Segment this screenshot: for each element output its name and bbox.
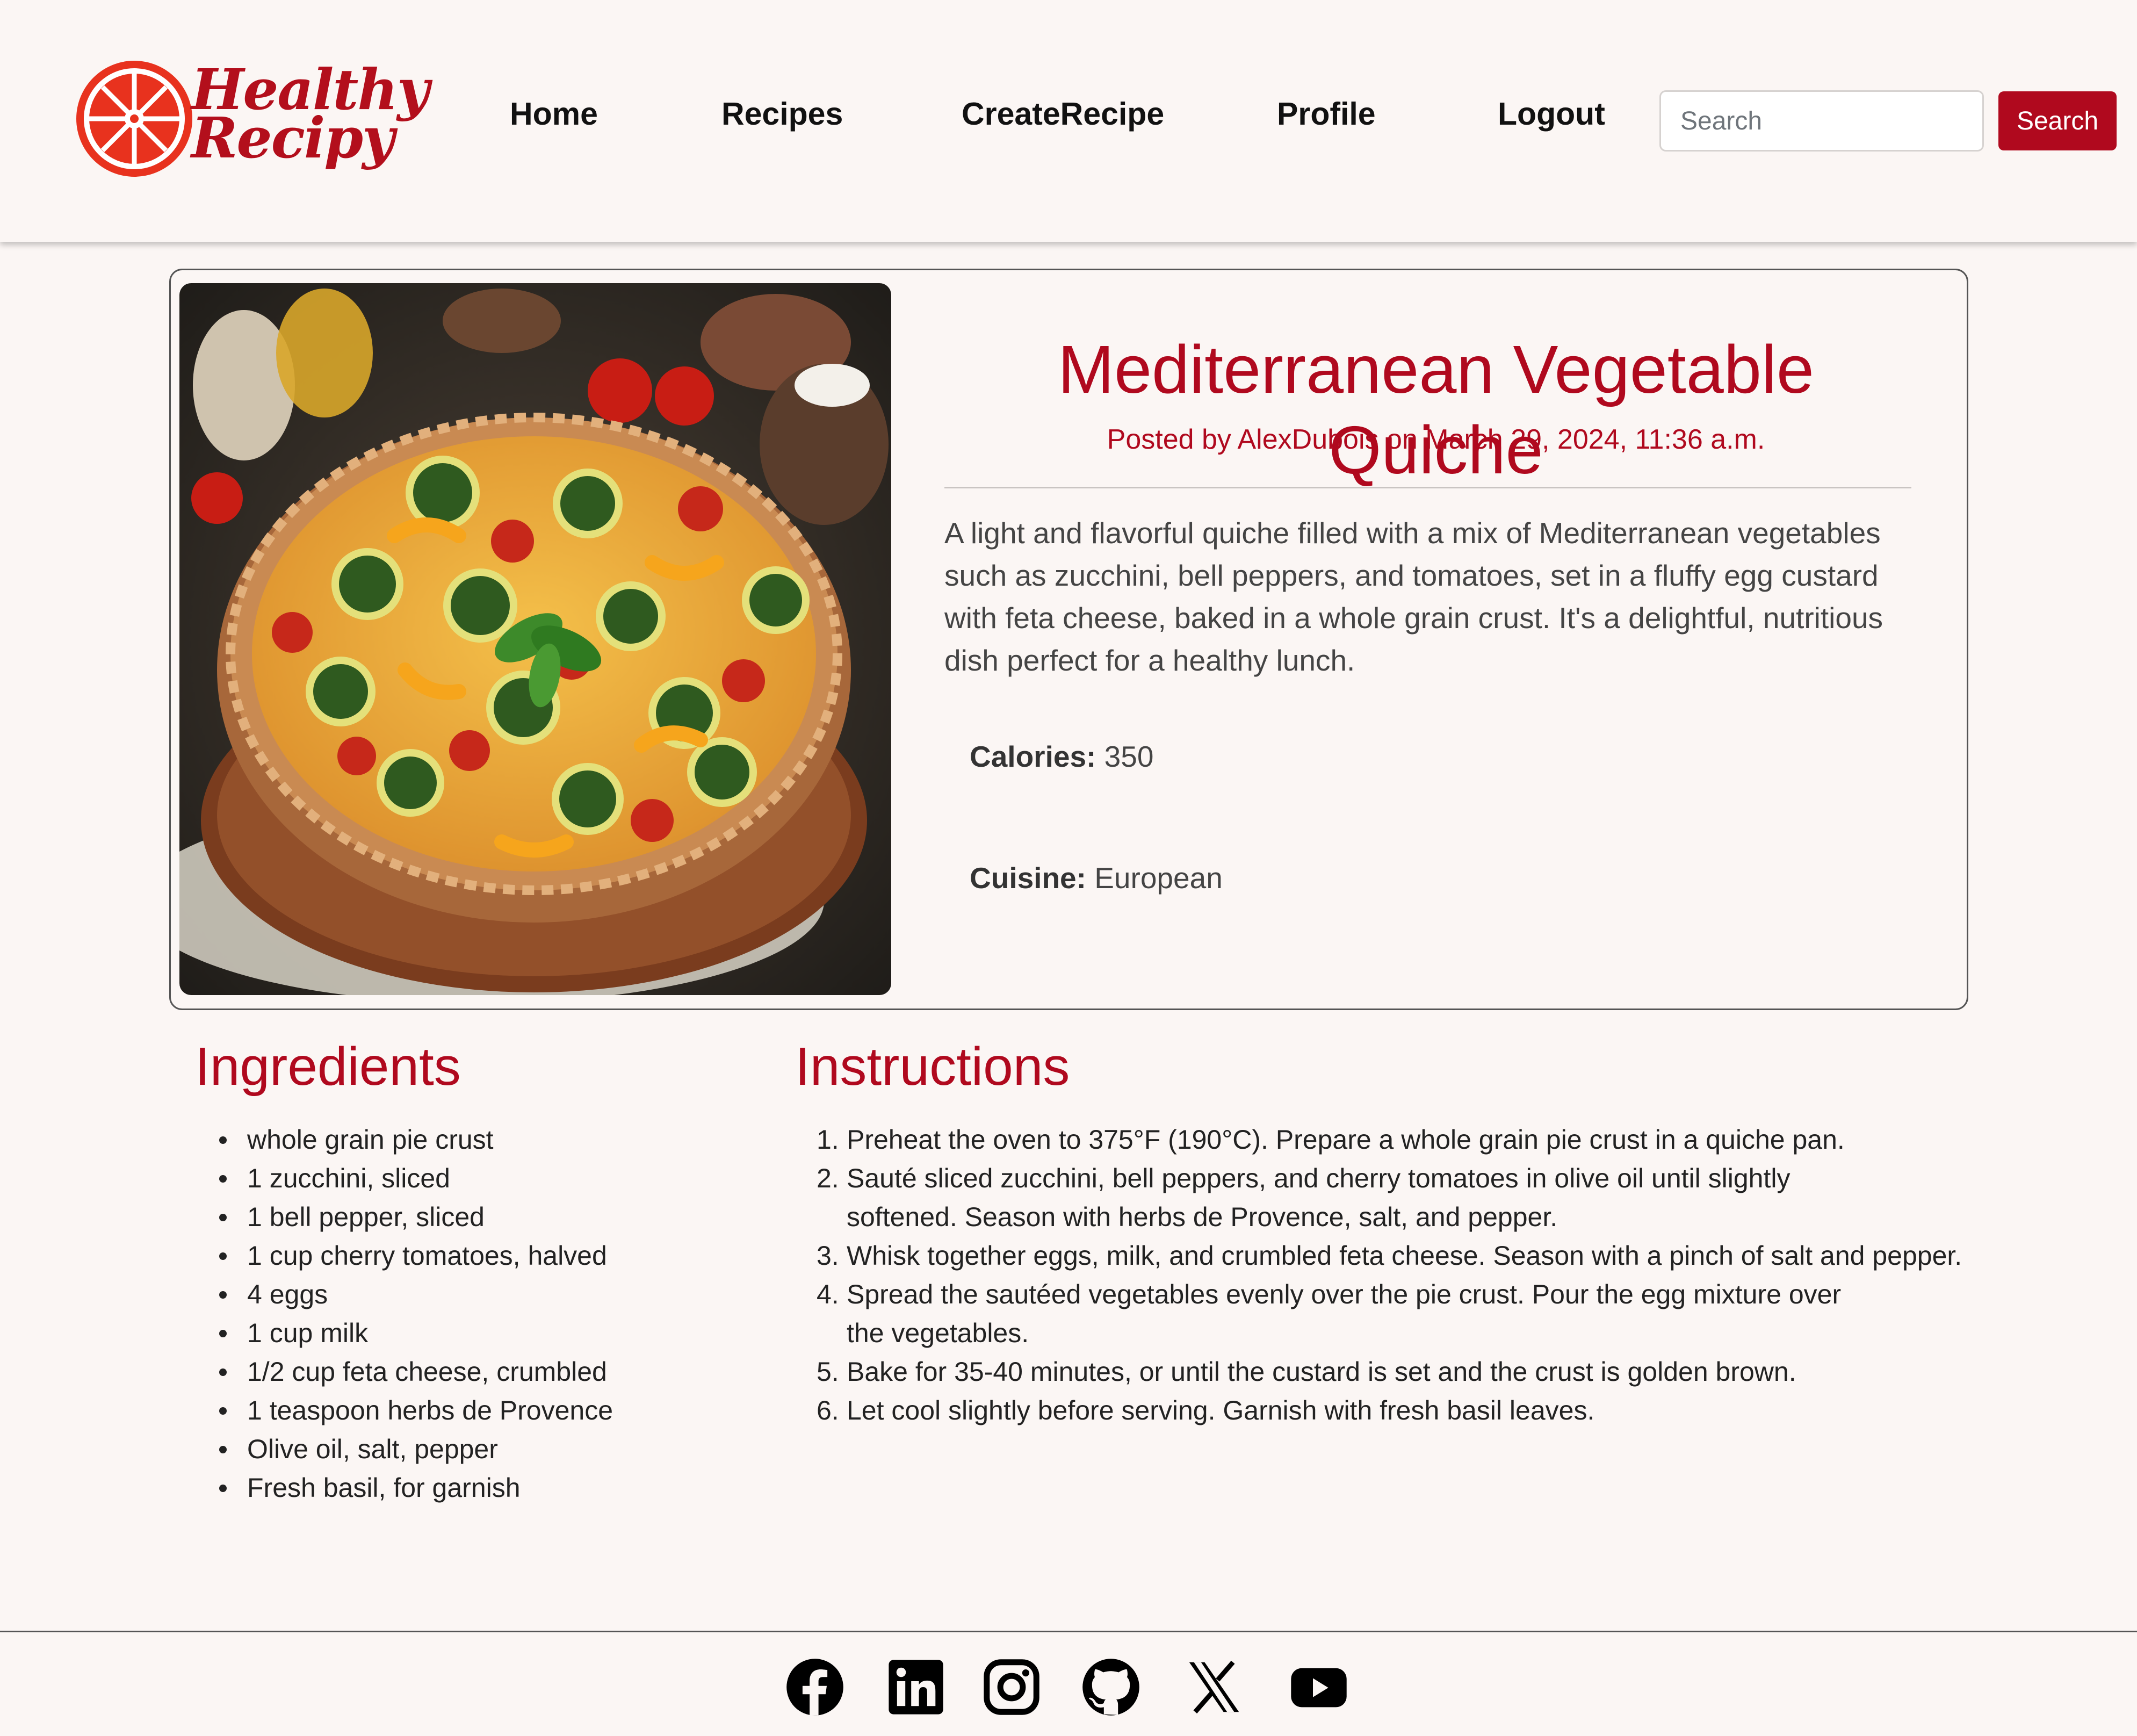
step-number: 6.	[817, 1395, 839, 1425]
step-text: Spread the sautéed vegetables evenly ove…	[847, 1279, 1842, 1348]
recipe-description: A light and flavorful quiche filled with…	[944, 516, 1883, 677]
step-number: 2.	[817, 1163, 839, 1193]
youtube-icon[interactable]	[1289, 1658, 1348, 1717]
list-item: 1 cup cherry tomatoes, halved	[191, 1236, 728, 1275]
step-number: 1.	[817, 1125, 839, 1155]
calories-fact: Calories: 350	[970, 738, 1153, 775]
step-text: Bake for 35-40 minutes, or until the cus…	[847, 1357, 1796, 1387]
brand-line-2: Recipy	[191, 105, 395, 171]
recipe-title: Mediterranean Vegetable Quiche	[1057, 332, 1815, 488]
nav-logout-link[interactable]: Logout	[1498, 92, 1605, 135]
list-item: 1/2 cup feta cheese, crumbled	[191, 1352, 728, 1391]
github-icon[interactable]	[1081, 1658, 1140, 1717]
list-item: 3. Whisk together eggs, milk, and crumble…	[795, 1236, 1977, 1275]
step-text: Let cool slightly before serving. Garnis…	[847, 1395, 1595, 1425]
list-item: whole grain pie crust	[191, 1120, 728, 1159]
list-item: 4 eggs	[191, 1275, 728, 1314]
list-item: 6. Let cool slightly before serving. Garn…	[795, 1391, 1977, 1430]
card-divider	[944, 487, 1911, 488]
cuisine-value: European	[1094, 861, 1223, 895]
search-input[interactable]	[1659, 90, 1984, 152]
instructions-list: 1. Preheat the oven to 375°F (190°C). Pre…	[795, 1120, 1977, 1430]
step-text: Sauté sliced zucchini, bell peppers, and…	[847, 1163, 1791, 1232]
x-icon[interactable]	[1185, 1658, 1244, 1717]
footer-divider	[0, 1631, 2137, 1632]
list-item: 2. Sauté sliced zucchini, bell peppers, a…	[795, 1159, 1891, 1236]
step-number: 3.	[817, 1241, 839, 1271]
list-item: 1 zucchini, sliced	[191, 1159, 728, 1198]
ingredients-heading: Ingredients	[195, 1036, 461, 1097]
recipe-byline: Posted by AlexDubois on March 29, 2024, …	[1107, 424, 1765, 455]
brand-wordmark: Healthy Recipy	[191, 62, 429, 171]
facebook-icon[interactable]	[785, 1658, 844, 1717]
step-text: Whisk together eggs, milk, and crumbled …	[847, 1241, 1962, 1271]
recipe-card: Mediterranean Vegetable Quiche Posted by…	[169, 269, 1968, 1010]
instructions-heading: Instructions	[795, 1036, 1070, 1097]
list-item: Fresh basil, for garnish	[191, 1468, 728, 1507]
list-item: 1 teaspoon herbs de Provence	[191, 1391, 728, 1430]
step-number: 4.	[817, 1279, 839, 1309]
citrus-logo-icon	[76, 61, 192, 177]
list-item: Olive oil, salt, pepper	[191, 1430, 728, 1468]
site-logo[interactable]: Healthy Recipy	[74, 56, 429, 181]
ingredients-list: whole grain pie crust 1 zucchini, sliced…	[191, 1120, 728, 1507]
nav-recipes-link[interactable]: Recipes	[721, 92, 843, 135]
list-item: 1. Preheat the oven to 375°F (190°C). Pre…	[795, 1120, 1977, 1159]
nav-create-recipe-link[interactable]: CreateRecipe	[962, 92, 1164, 135]
calories-label: Calories:	[970, 740, 1096, 773]
nav-home-link[interactable]: Home	[510, 92, 598, 135]
list-item: 1 bell pepper, sliced	[191, 1198, 728, 1236]
quiche-image	[179, 283, 891, 995]
calories-value: 350	[1104, 740, 1154, 773]
nav-profile-link[interactable]: Profile	[1277, 92, 1376, 135]
step-text: Preheat the oven to 375°F (190°C). Prepa…	[847, 1125, 1845, 1155]
cuisine-fact: Cuisine: European	[970, 859, 1223, 897]
recipe-photo	[179, 283, 891, 995]
search-button[interactable]: Search	[1998, 91, 2117, 150]
list-item: 4. Spread the sautéed vegetables evenly o…	[795, 1275, 1864, 1352]
cuisine-label: Cuisine:	[970, 861, 1086, 895]
instagram-icon[interactable]	[982, 1658, 1041, 1717]
list-item: 5. Bake for 35-40 minutes, or until the c…	[795, 1352, 1977, 1391]
list-item: 1 cup milk	[191, 1314, 728, 1352]
step-number: 5.	[817, 1357, 839, 1387]
linkedin-icon[interactable]	[886, 1658, 945, 1717]
site-header: Healthy Recipy Home Recipes CreateRecipe…	[0, 0, 2137, 242]
